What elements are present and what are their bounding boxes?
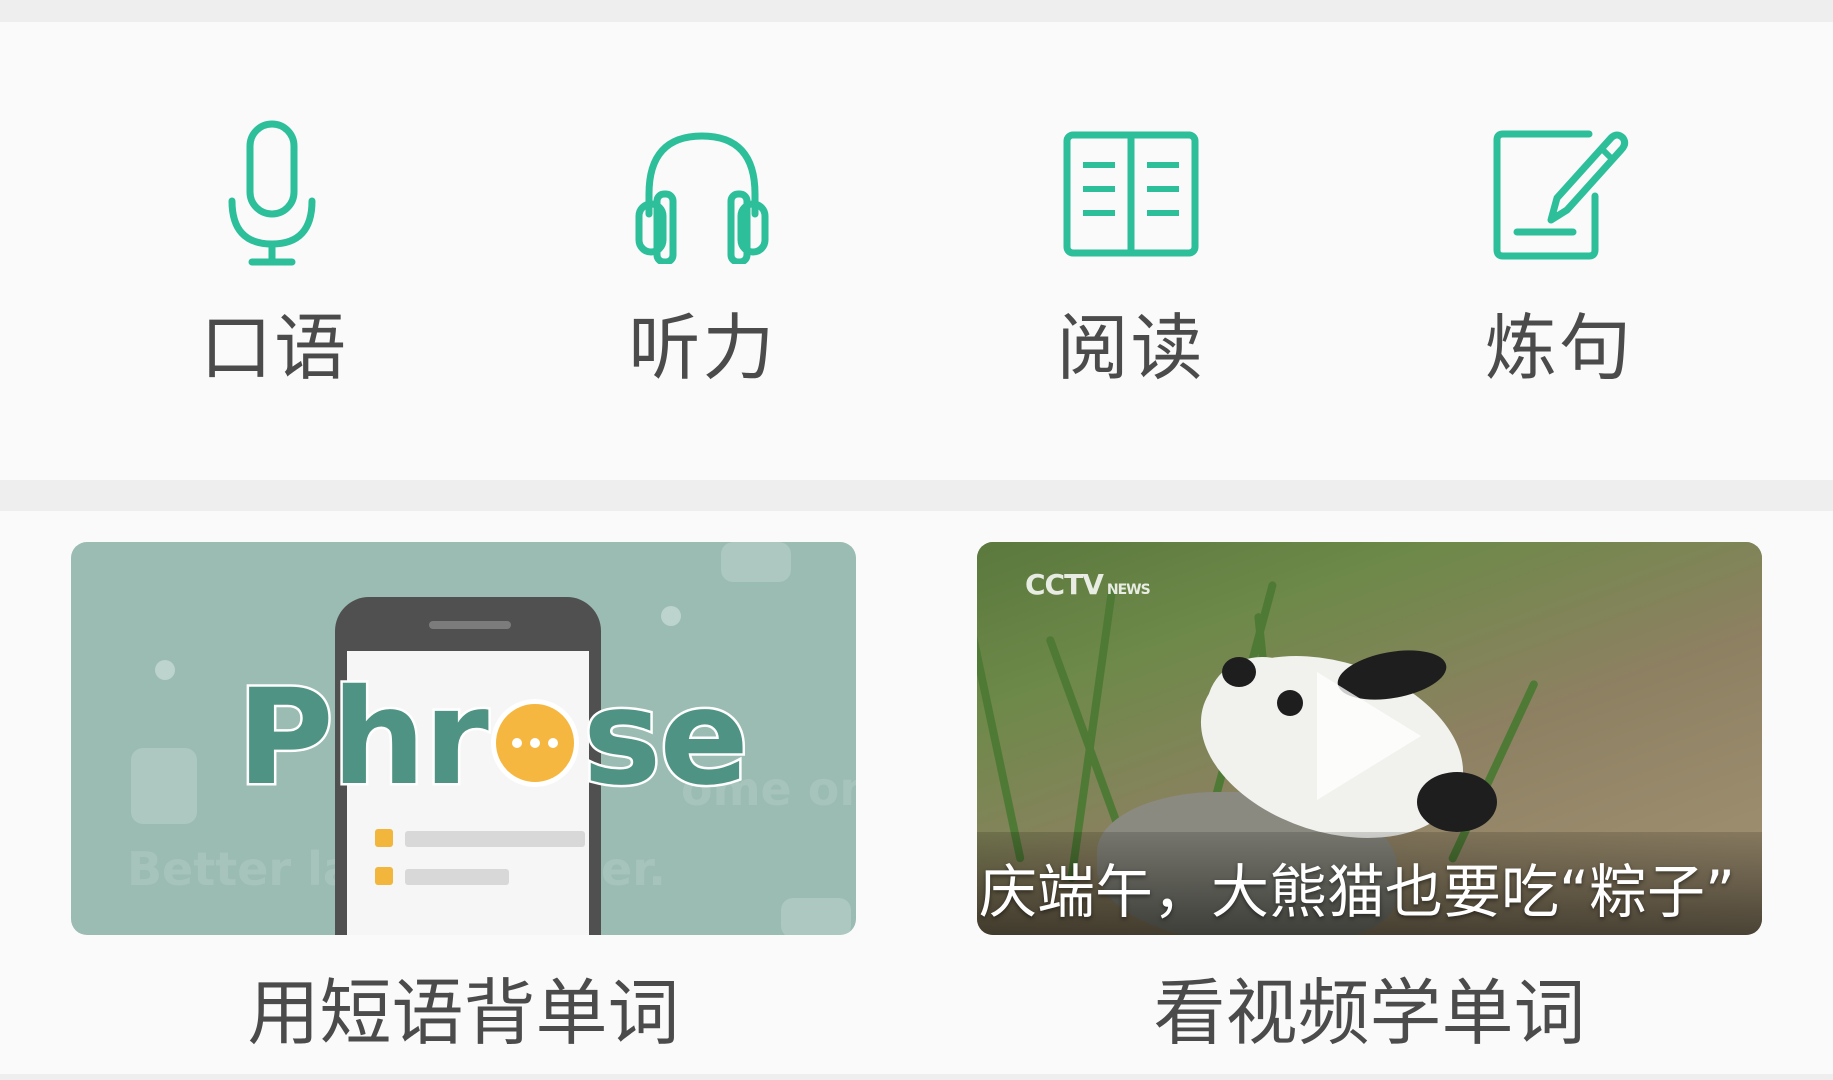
bottom-divider [0, 1074, 1833, 1080]
phrase-card[interactable]: Better la er. ome on Phr se [71, 542, 856, 935]
chat-bubble-icon [490, 699, 579, 787]
cctv-logo: CCTV NEWS [1025, 568, 1151, 601]
video-card-caption[interactable]: 看视频学单词 [977, 977, 1762, 1049]
feature-speaking[interactable]: 口语 [124, 22, 424, 384]
feature-reading[interactable]: 阅读 [981, 22, 1281, 384]
video-title: 庆端午，大熊猫也要吃“粽子” [979, 858, 1736, 926]
decorative-dot [155, 660, 175, 680]
decorative-shape [721, 542, 791, 582]
section-divider [0, 480, 1833, 511]
decorative-shape [781, 898, 851, 935]
play-icon[interactable] [1317, 672, 1421, 800]
video-card[interactable]: CCTV NEWS 庆端午，大熊猫也要吃“粽子” [977, 542, 1762, 935]
feature-sentence[interactable]: 炼句 [1409, 22, 1709, 384]
cards-section: Better la er. ome on Phr se CCTV NEWS 庆端… [0, 511, 1833, 1080]
feature-reading-label: 阅读 [1056, 306, 1205, 390]
decorative-shape [131, 748, 197, 824]
feature-listening[interactable]: 听力 [552, 22, 852, 384]
decorative-dot [661, 606, 681, 626]
top-divider [0, 0, 1833, 22]
headphones-icon [622, 114, 782, 274]
feature-speaking-label: 口语 [200, 306, 349, 390]
phrase-card-caption[interactable]: 用短语背单词 [71, 977, 856, 1049]
feature-grid: 口语 听力 阅读 炼句 [0, 22, 1833, 480]
phrase-logo: Phr se [235, 661, 752, 815]
book-icon [1051, 114, 1211, 274]
background-text: Better la [127, 842, 354, 896]
feature-sentence-label: 炼句 [1484, 306, 1633, 390]
background-text: er. [601, 842, 666, 896]
edit-pencil-icon [1479, 114, 1639, 274]
microphone-icon [194, 114, 354, 274]
feature-listening-label: 听力 [628, 306, 777, 390]
